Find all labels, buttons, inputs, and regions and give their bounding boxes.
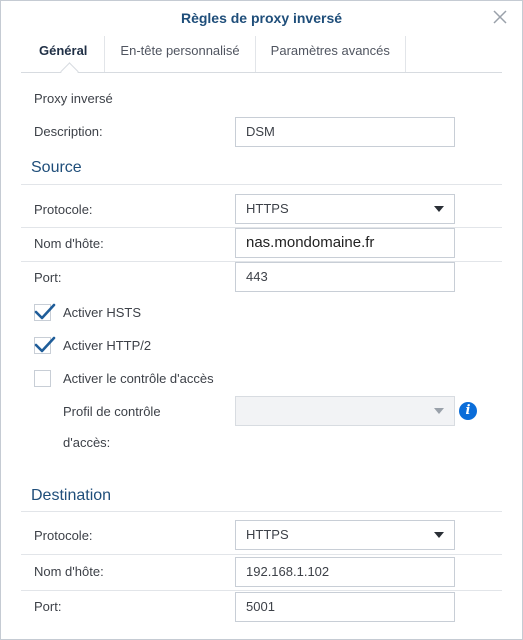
destination-hostname-label: Nom d'hôte: [34, 564, 104, 579]
access-profile-label: Profil de contrôle [63, 404, 161, 419]
description-label: Description: [34, 124, 103, 139]
hsts-label: Activer HSTS [63, 305, 142, 320]
tab-general[interactable]: Général [21, 36, 106, 72]
source-heading: Source [31, 159, 82, 176]
http2-checkbox[interactable] [34, 336, 56, 354]
access-profile-label-line2: d'accès: [63, 435, 111, 450]
destination-hostname-input[interactable]: 192.168.1.102 [235, 557, 455, 587]
destination-protocol-label: Protocole: [34, 528, 93, 543]
destination-port-label: Port: [34, 599, 62, 614]
source-hostname-label: Nom d'hôte: [34, 236, 104, 251]
hsts-checkbox[interactable] [34, 303, 56, 321]
source-divider [21, 184, 502, 185]
source-port-label: Port: [34, 270, 62, 285]
chevron-down-icon [434, 532, 444, 538]
tab-bar: Général En-tête personnalisé Paramètres … [21, 36, 502, 73]
source-hostname-input[interactable]: nas.mondomaine.fr [235, 228, 455, 258]
close-icon[interactable] [492, 9, 508, 25]
access-control-label: Activer le contrôle d'accès [63, 371, 214, 386]
source-protocol-value: HTTPS [246, 201, 289, 216]
destination-port-input[interactable]: 5001 [235, 592, 455, 622]
info-icon[interactable]: i [459, 402, 477, 420]
source-protocol-select[interactable]: HTTPS [235, 194, 455, 224]
row-divider [21, 590, 502, 591]
checkmark-icon [34, 336, 56, 353]
reverse-proxy-dialog: Règles de proxy inversé Général En-tête … [0, 0, 523, 640]
source-port-input[interactable]: 443 [235, 262, 455, 292]
chevron-down-icon [434, 206, 444, 212]
tab-advanced-settings[interactable]: Paramètres avancés [256, 36, 406, 72]
tab-custom-header[interactable]: En-tête personnalisé [105, 36, 256, 72]
access-control-checkbox[interactable] [34, 370, 51, 387]
source-protocol-label: Protocole: [34, 202, 93, 217]
access-profile-select [235, 396, 455, 426]
row-divider [21, 554, 502, 555]
destination-protocol-select[interactable]: HTTPS [235, 520, 455, 550]
description-input[interactable]: DSM [235, 117, 455, 147]
chevron-down-icon [434, 408, 444, 414]
dialog-title: Règles de proxy inversé [180, 10, 343, 26]
http2-label: Activer HTTP/2 [63, 338, 152, 353]
destination-heading: Destination [31, 487, 112, 504]
section-title-reverse-proxy: Proxy inversé [34, 91, 113, 106]
destination-protocol-value: HTTPS [246, 527, 289, 542]
destination-divider [21, 511, 502, 512]
checkmark-icon [34, 303, 56, 320]
